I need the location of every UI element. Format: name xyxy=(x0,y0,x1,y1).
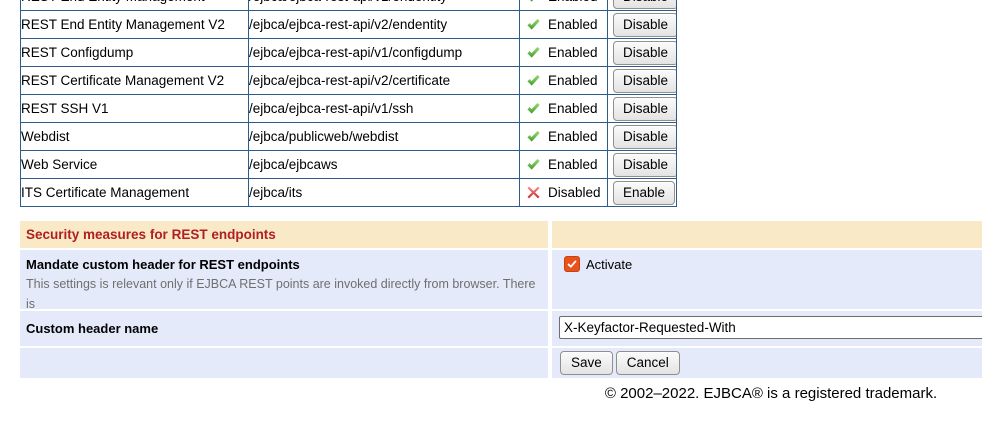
footer-trademark: © 2002–2022. EJBCA® is a registered trad… xyxy=(0,385,982,402)
endpoint-row: ITS Certificate Management /ejbca/its Di… xyxy=(21,179,677,207)
enabled-check-icon xyxy=(526,73,541,88)
save-button[interactable]: Save xyxy=(560,351,613,375)
disable-button[interactable]: Disable xyxy=(613,13,677,37)
security-section: Security measures for REST endpoints Man… xyxy=(20,221,982,378)
endpoint-row: REST Configdump /ejbca/ejbca-rest-api/v1… xyxy=(21,39,677,67)
checkmark-icon xyxy=(566,258,578,270)
disable-button[interactable]: Disable xyxy=(613,153,677,177)
endpoint-path: /ejbca/its xyxy=(249,179,520,207)
empty-cell xyxy=(20,348,548,378)
security-section-title: Security measures for REST endpoints xyxy=(20,221,548,248)
cancel-button[interactable]: Cancel xyxy=(616,351,680,375)
enabled-check-icon xyxy=(526,0,541,4)
disable-button[interactable]: Disable xyxy=(613,69,677,93)
disabled-cross-icon xyxy=(526,185,541,200)
activate-cell: Activate xyxy=(552,250,982,309)
form-buttons: Save Cancel xyxy=(552,348,982,378)
enabled-check-icon xyxy=(526,129,541,144)
mandate-header-label: Mandate custom header for REST endpoints xyxy=(26,257,536,272)
endpoint-row: REST End Entity Management V2 /ejbca/ejb… xyxy=(21,11,677,39)
endpoint-status: Enabled xyxy=(548,0,598,4)
endpoint-name: ITS Certificate Management xyxy=(21,179,249,207)
protocol-configuration-page: REST End Entity Management /ejbca/ejbca-… xyxy=(0,0,982,402)
endpoint-status: Enabled xyxy=(548,17,598,32)
enabled-check-icon xyxy=(526,45,541,60)
mandate-header-description-line1: This settings is relevant only if EJBCA … xyxy=(26,277,535,311)
endpoint-path: /ejbca/ejbcaws xyxy=(249,151,520,179)
custom-header-name-label: Custom header name xyxy=(20,311,548,346)
endpoint-path: /ejbca/ejbca-rest-api/v1/endentity xyxy=(249,0,520,11)
activate-checkbox-label: Activate xyxy=(586,256,632,273)
enabled-check-icon xyxy=(526,17,541,32)
endpoint-table: REST End Entity Management /ejbca/ejbca-… xyxy=(20,0,677,207)
endpoint-path: /ejbca/ejbca-rest-api/v2/endentity xyxy=(249,11,520,39)
endpoint-row: Webdist /ejbca/publicweb/webdist Enabled… xyxy=(21,123,677,151)
disable-button[interactable]: Disable xyxy=(613,41,677,65)
endpoint-name: REST End Entity Management xyxy=(21,0,249,11)
disable-button[interactable]: Disable xyxy=(613,0,677,9)
endpoint-row: REST Certificate Management V2 /ejbca/ej… xyxy=(21,67,677,95)
endpoint-status: Enabled xyxy=(548,129,598,144)
endpoint-row: REST End Entity Management /ejbca/ejbca-… xyxy=(21,0,677,11)
activate-checkbox[interactable] xyxy=(564,256,580,272)
custom-header-input-cell xyxy=(552,311,982,346)
endpoint-name: REST Configdump xyxy=(21,39,249,67)
endpoint-name: Webdist xyxy=(21,123,249,151)
endpoint-name: Web Service xyxy=(21,151,249,179)
endpoint-path: /ejbca/ejbca-rest-api/v1/ssh xyxy=(249,95,520,123)
mandate-header-cell: Mandate custom header for REST endpoints… xyxy=(20,250,548,309)
disable-button[interactable]: Disable xyxy=(613,97,677,121)
endpoint-path: /ejbca/publicweb/webdist xyxy=(249,123,520,151)
endpoint-row: REST SSH V1 /ejbca/ejbca-rest-api/v1/ssh… xyxy=(21,95,677,123)
security-section-title-spacer xyxy=(552,221,982,248)
endpoint-status: Enabled xyxy=(548,45,598,60)
endpoint-name: REST End Entity Management V2 xyxy=(21,11,249,39)
enable-button[interactable]: Enable xyxy=(613,181,675,205)
disable-button[interactable]: Disable xyxy=(613,125,677,149)
custom-header-name-input[interactable] xyxy=(559,316,982,339)
endpoint-status: Enabled xyxy=(548,73,598,88)
enabled-check-icon xyxy=(526,157,541,172)
enabled-check-icon xyxy=(526,101,541,116)
endpoint-path: /ejbca/ejbca-rest-api/v2/certificate xyxy=(249,67,520,95)
endpoint-status: Disabled xyxy=(548,185,601,200)
endpoint-status: Enabled xyxy=(548,157,598,172)
endpoint-name: REST SSH V1 xyxy=(21,95,249,123)
endpoint-status: Enabled xyxy=(548,101,598,116)
endpoint-row: Web Service /ejbca/ejbcaws Enabled Disab… xyxy=(21,151,677,179)
endpoint-path: /ejbca/ejbca-rest-api/v1/configdump xyxy=(249,39,520,67)
endpoint-name: REST Certificate Management V2 xyxy=(21,67,249,95)
